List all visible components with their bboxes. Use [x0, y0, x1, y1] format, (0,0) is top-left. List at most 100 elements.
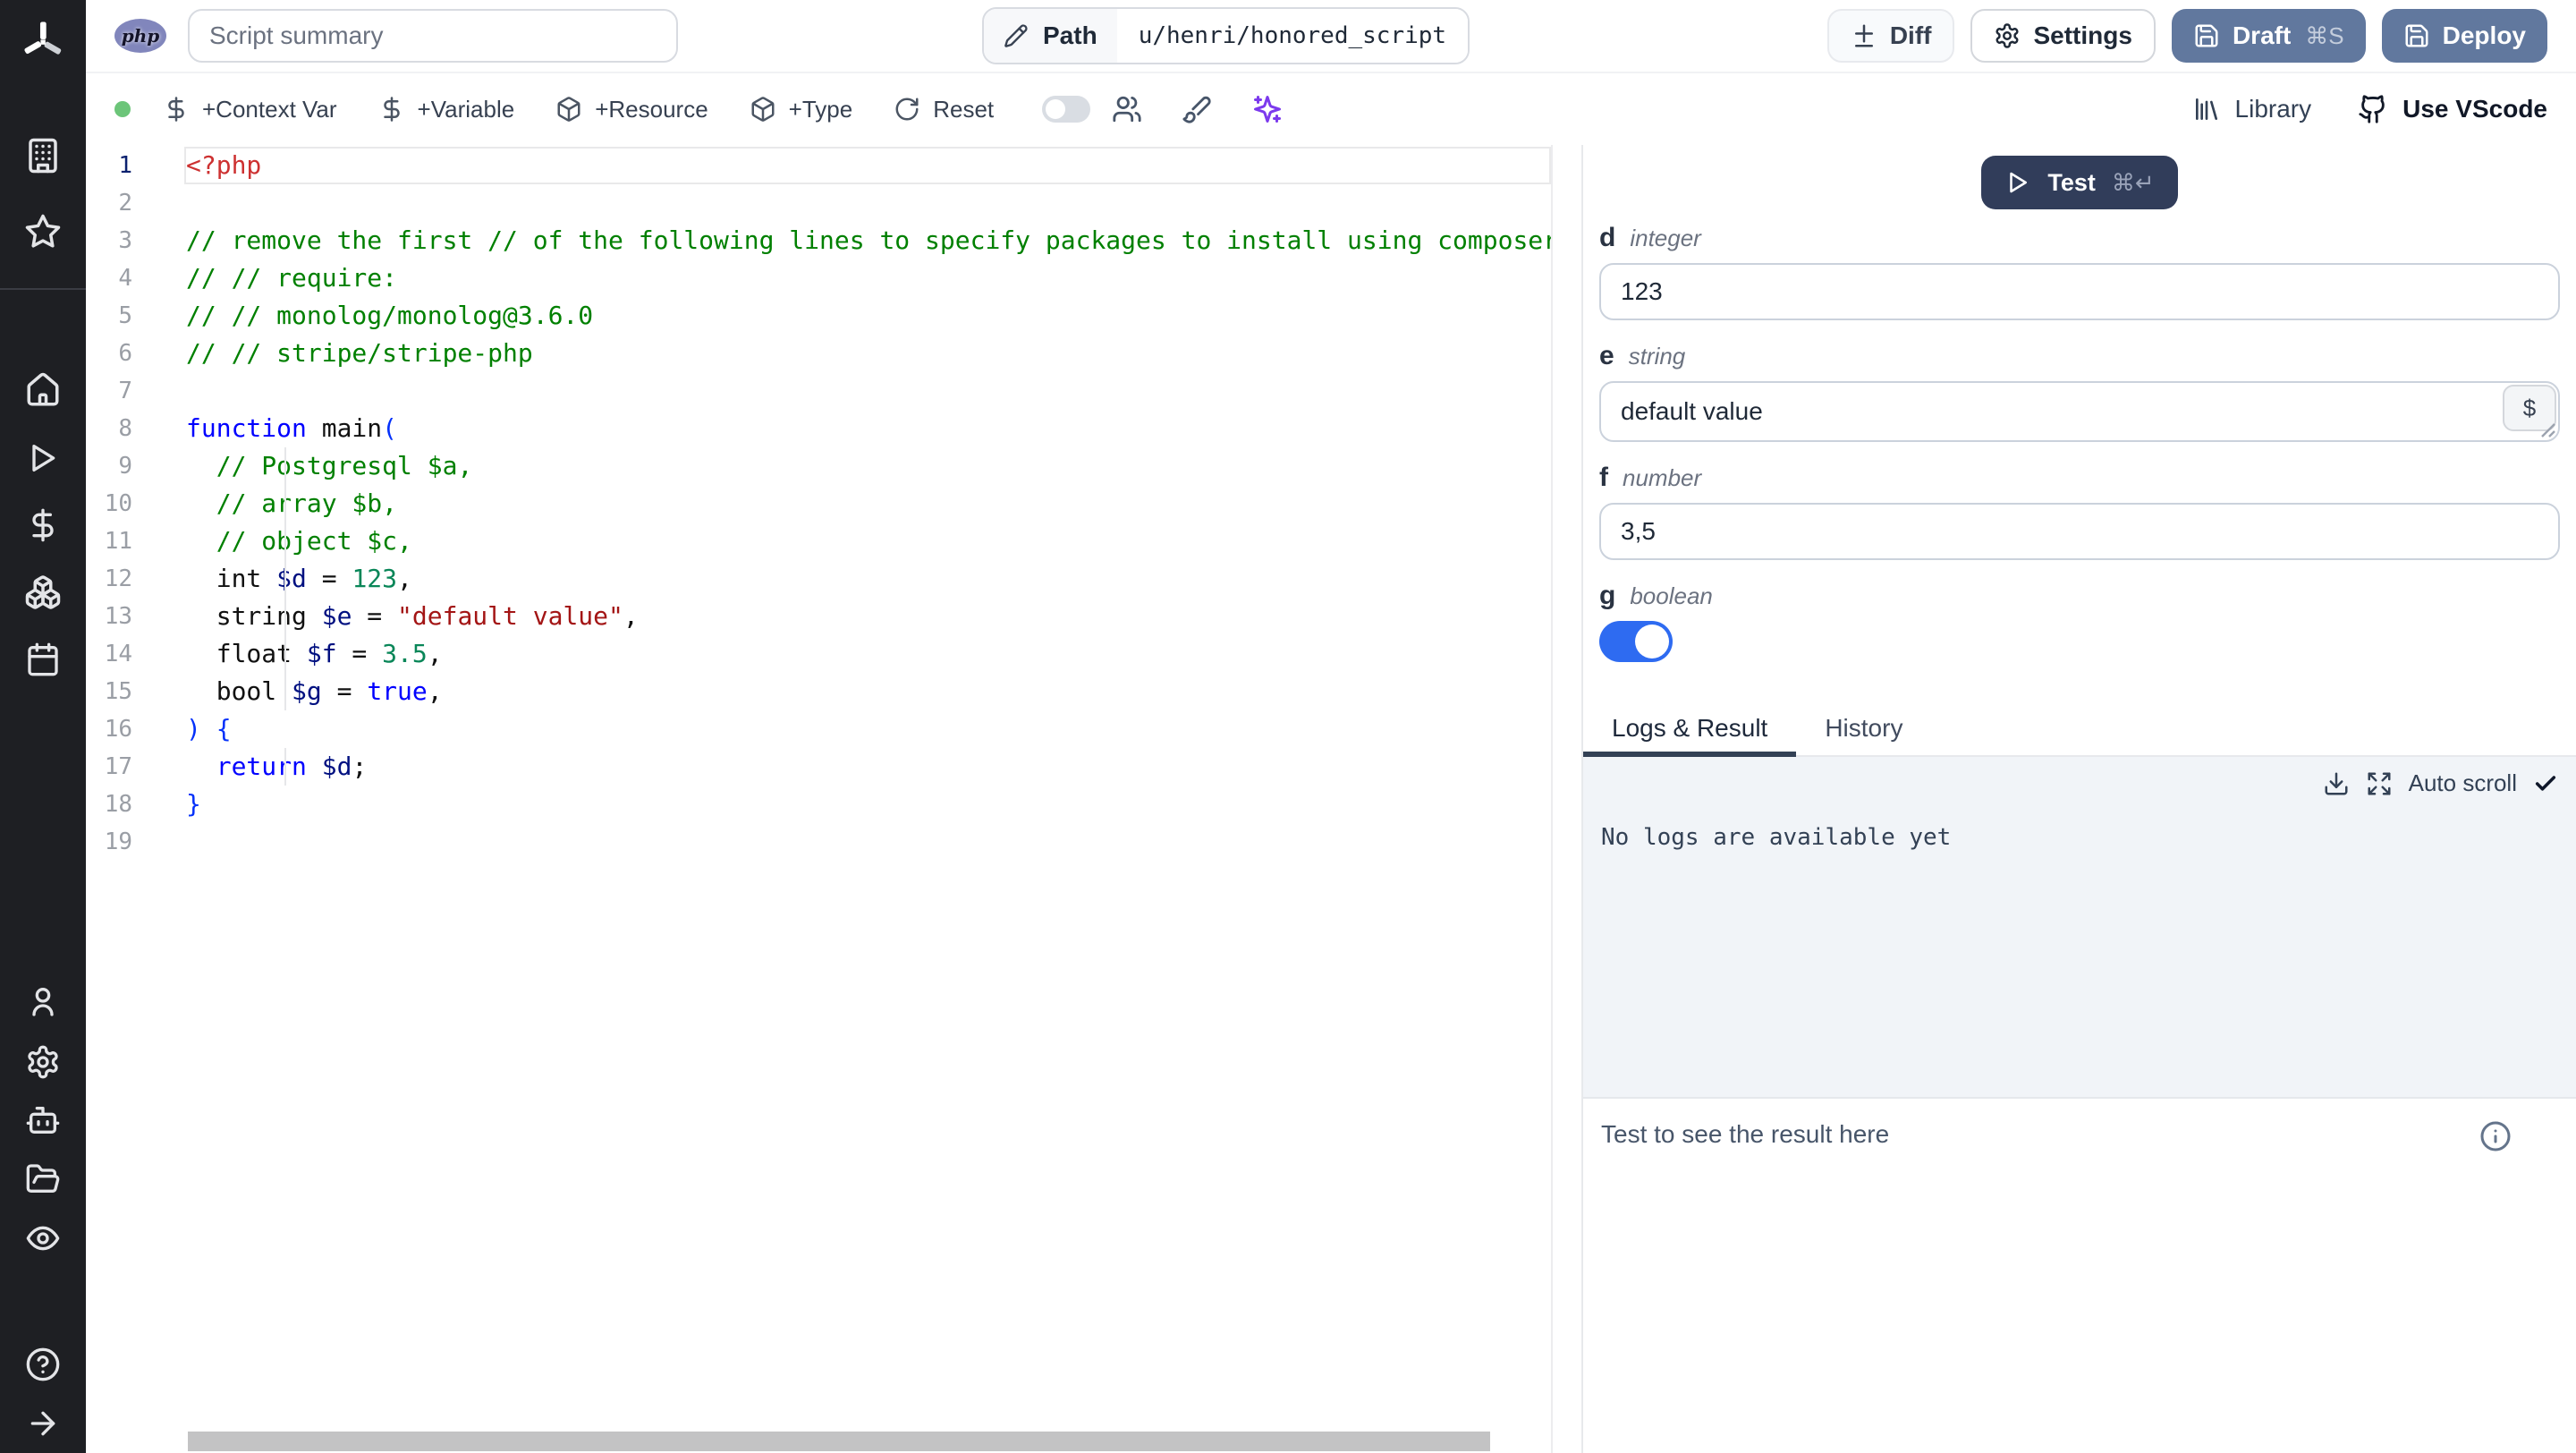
field-g-toggle[interactable] [1599, 621, 1673, 662]
horizontal-scrollbar[interactable] [188, 1432, 1490, 1451]
sidebar-item-workers[interactable] [0, 1092, 86, 1151]
deploy-button[interactable]: Deploy [2381, 9, 2547, 63]
download-logs-icon[interactable] [2323, 770, 2350, 797]
add-context-var-button[interactable]: +Context Var [163, 96, 337, 123]
multiplayer-toggle[interactable] [1042, 96, 1091, 123]
windmill-script-editor: php Path u/henri/honored_script Diff Set… [0, 0, 2576, 1453]
code-line-12[interactable]: 12 int $d = 123, [86, 560, 1551, 598]
code-line-14[interactable]: 14 float $f = 3.5, [86, 635, 1551, 673]
field-type: boolean [1630, 582, 1713, 609]
resize-handle-icon[interactable] [2540, 422, 2556, 438]
tab-logs-result[interactable]: Logs & Result [1583, 701, 1797, 757]
play-icon [2004, 169, 2031, 196]
code-editor[interactable]: 1 <?php 2 3// remove the first // of the fo… [86, 145, 1581, 1453]
toolbar-right: Library Use VScode [2192, 94, 2547, 124]
info-icon[interactable] [2479, 1120, 2512, 1152]
code-line-6[interactable]: 6// // stripe/stripe-php [86, 335, 1551, 372]
line-number: 16 [104, 716, 132, 743]
field-f-input[interactable] [1599, 503, 2560, 560]
top-bar: php Path u/henri/honored_script Diff Set… [86, 0, 2576, 73]
expand-logs-icon[interactable] [2366, 770, 2393, 797]
users-icon[interactable] [1112, 94, 1142, 124]
line-number: 18 [104, 791, 132, 818]
sidebar-item-help[interactable] [0, 1336, 86, 1395]
sidebar [0, 0, 86, 1453]
code-line-9[interactable]: 9 // Postgresql $a, [86, 447, 1551, 485]
folder-open-icon [25, 1161, 61, 1197]
field-name: f [1599, 463, 1608, 492]
dollar-sign-icon [378, 96, 405, 123]
line-number: 11 [104, 528, 132, 555]
code-line-17[interactable]: 17 return $d; [86, 748, 1551, 786]
sidebar-item-schedules[interactable] [0, 625, 86, 694]
calendar-icon [25, 642, 61, 677]
ai-sparkles-icon[interactable] [1251, 93, 1284, 125]
result-placeholder-text: Test to see the result here [1601, 1120, 1890, 1148]
sidebar-item-runs[interactable] [0, 423, 86, 492]
save-icon [2193, 22, 2220, 49]
dollar-sign-icon [163, 96, 190, 123]
code-line-16[interactable]: 16) { [86, 710, 1551, 748]
sidebar-item-variables[interactable] [0, 490, 86, 559]
settings-button[interactable]: Settings [1970, 9, 2156, 63]
arrow-right-icon [25, 1406, 61, 1441]
sidebar-expand-button[interactable] [0, 1394, 86, 1453]
line-number: 13 [104, 603, 132, 630]
field-d-input[interactable] [1599, 263, 2560, 320]
test-button[interactable]: Test ⌘↵ [1981, 156, 2178, 209]
result-tabs: Logs & Result History [1583, 701, 2576, 757]
code-line-10[interactable]: 10 // array $b, [86, 485, 1551, 523]
test-row: Test ⌘↵ [1583, 145, 2576, 209]
reset-button[interactable]: Reset [894, 96, 994, 123]
add-type-button[interactable]: +Type [750, 96, 852, 123]
sidebar-item-favorites[interactable] [0, 197, 86, 266]
code-line-11[interactable]: 11 // object $c, [86, 523, 1551, 560]
library-button[interactable]: Library [2192, 95, 2311, 123]
sidebar-divider [0, 287, 86, 290]
add-resource-button[interactable]: +Resource [555, 96, 708, 123]
add-variable-button[interactable]: +Variable [378, 96, 514, 123]
tab-history[interactable]: History [1796, 701, 1931, 755]
code-line-15[interactable]: 15 bool $g = true, [86, 673, 1551, 710]
code-line-4[interactable]: 4// // require: [86, 259, 1551, 297]
sidebar-item-audit-logs[interactable] [0, 1209, 86, 1268]
sidebar-item-settings[interactable] [0, 1032, 86, 1092]
diff-button[interactable]: Diff [1826, 9, 1955, 63]
draft-button[interactable]: Draft ⌘S [2171, 9, 2366, 63]
test-panel: Test ⌘↵ d integer e [1581, 145, 2576, 1453]
main-area: php Path u/henri/honored_script Diff Set… [86, 0, 2576, 1453]
code-line-19[interactable]: 19 [86, 823, 1551, 861]
autoscroll-check-icon[interactable] [2533, 771, 2558, 796]
path-field[interactable]: Path u/henri/honored_script [982, 7, 1470, 64]
content-area: 1 <?php 2 3// remove the first // of the fo… [86, 145, 2576, 1453]
code-line-3[interactable]: 3// remove the first // of the following… [86, 222, 1551, 259]
field-g: g boolean [1599, 582, 2560, 662]
sidebar-item-home[interactable] [0, 356, 86, 425]
code-line-18[interactable]: 18} [86, 786, 1551, 823]
code-line-13[interactable]: 13 string $e = "default value", [86, 598, 1551, 635]
star-icon [24, 213, 62, 251]
pencil-icon [1004, 23, 1029, 48]
script-summary-input[interactable] [188, 9, 678, 63]
rotate-cw-icon [894, 96, 920, 123]
format-brush-icon[interactable] [1182, 94, 1212, 124]
code-line-5[interactable]: 5// // monolog/monolog@3.6.0 [86, 297, 1551, 335]
use-vscode-button[interactable]: Use VScode [2358, 94, 2547, 124]
field-e-input[interactable]: default value [1599, 381, 2560, 442]
windmill-logo-icon[interactable] [0, 4, 86, 80]
code-lines: 1 <?php 2 3// remove the first // of the fo… [86, 147, 1581, 861]
line-number: 15 [104, 678, 132, 705]
sidebar-item-resources[interactable] [0, 558, 86, 627]
code-line-8[interactable]: 8 function main( [86, 410, 1551, 447]
line-number: 4 [118, 265, 132, 292]
field-g-label: g boolean [1599, 582, 2560, 610]
line-number: 3 [118, 227, 132, 254]
field-d: d integer [1599, 224, 2560, 320]
sidebar-item-folders[interactable] [0, 1150, 86, 1209]
sidebar-item-account[interactable] [0, 972, 86, 1031]
code-line-7[interactable]: 7 [86, 372, 1551, 410]
code-line-1[interactable]: 1 <?php [86, 147, 1551, 184]
field-f-label: f number [1599, 463, 2560, 492]
sidebar-item-workspace[interactable] [0, 121, 86, 190]
code-line-2[interactable]: 2 [86, 184, 1551, 222]
